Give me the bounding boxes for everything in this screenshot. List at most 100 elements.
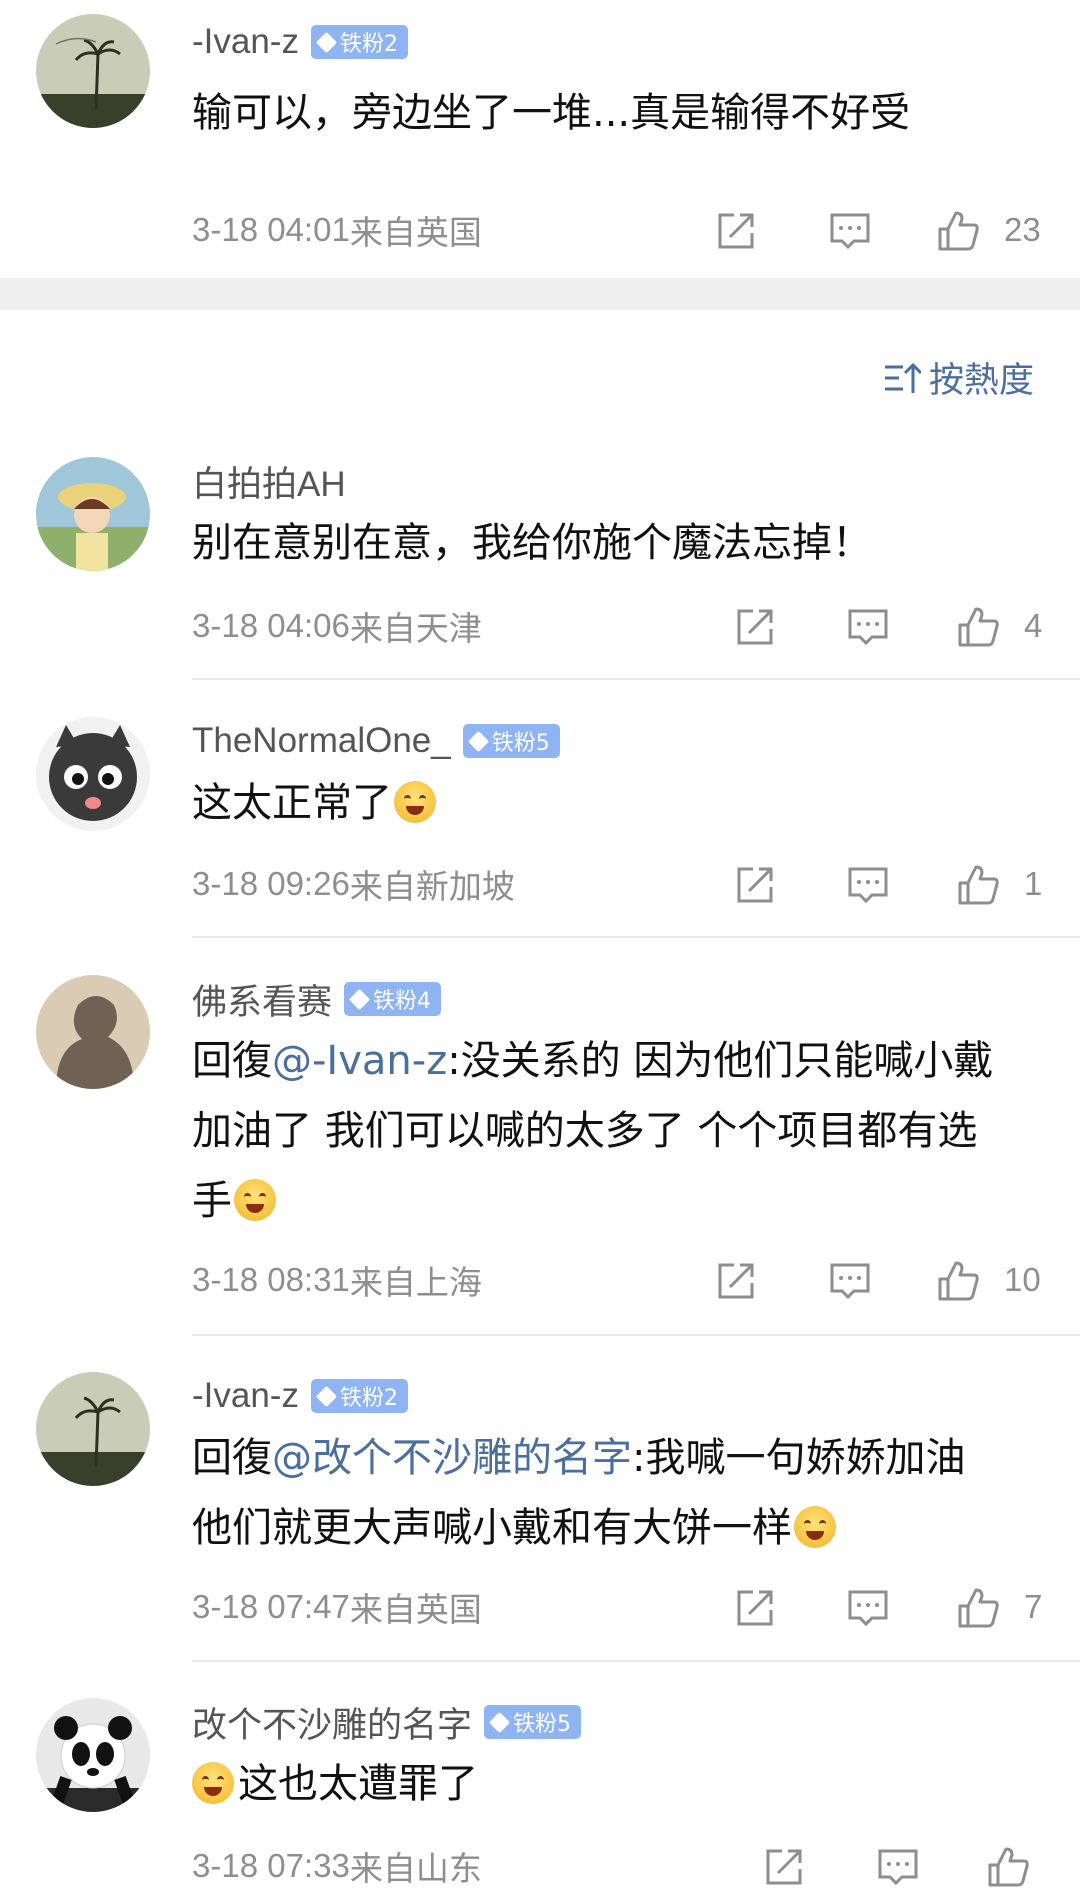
sweat-smile-emoji-icon bbox=[794, 1506, 836, 1548]
like-count: 7 bbox=[1024, 1588, 1043, 1625]
comment-text-body: :我喊一句娇娇加油 bbox=[632, 1435, 966, 1481]
share-icon[interactable] bbox=[733, 1586, 777, 1630]
meta-row: 3-18 04:06 来自天津 4 bbox=[192, 601, 1080, 651]
comment-icon[interactable] bbox=[876, 1845, 920, 1889]
avatar-anime-girl-image bbox=[36, 457, 150, 571]
comment-text-body: 这也太遭罪了 bbox=[238, 1761, 478, 1807]
meta-row: 3-18 04:01 来自英国 23 bbox=[192, 205, 1080, 255]
username[interactable]: -Ivan-z bbox=[192, 22, 299, 62]
comment-icon[interactable] bbox=[828, 1259, 872, 1303]
user-row: -Ivan-z 铁粉2 bbox=[192, 1372, 408, 1420]
user-row: TheNormalOne_ 铁粉5 bbox=[192, 717, 560, 765]
comment-text: 输可以，旁边坐了一堆...真是输得不好受 bbox=[192, 90, 911, 136]
badge-label: 铁粉5 bbox=[491, 731, 550, 756]
user-row: -Ivan-z 铁粉2 bbox=[192, 18, 408, 66]
like-count: 4 bbox=[1024, 607, 1043, 644]
like-count: 1 bbox=[1024, 865, 1043, 902]
comment-location: 来自上海 bbox=[349, 1264, 482, 1301]
comment-location: 来自新加坡 bbox=[349, 868, 515, 905]
share-icon[interactable] bbox=[714, 209, 758, 253]
divider bbox=[192, 1334, 1080, 1336]
fan-badge[interactable]: 铁粉5 bbox=[484, 1705, 582, 1739]
badge-label: 铁粉2 bbox=[339, 32, 398, 57]
like-icon[interactable] bbox=[986, 1845, 1030, 1889]
avatar[interactable] bbox=[36, 717, 150, 831]
like-icon[interactable] bbox=[936, 209, 980, 253]
meta-row: 3-18 07:33 来自山东 bbox=[192, 1841, 1080, 1891]
comment-location: 来自英国 bbox=[349, 1591, 482, 1628]
badge-diamond-icon bbox=[348, 988, 371, 1010]
avatar[interactable] bbox=[36, 1698, 150, 1812]
user-row: 白拍拍AH bbox=[192, 457, 346, 505]
comment-text: 这也太遭罪了 bbox=[192, 1749, 1050, 1819]
sort-icon bbox=[884, 362, 921, 393]
share-icon[interactable] bbox=[733, 863, 777, 907]
like-icon[interactable] bbox=[936, 1259, 980, 1303]
comment-location: 来自英国 bbox=[349, 214, 482, 251]
badge-label: 铁粉2 bbox=[339, 1386, 398, 1411]
avatar-cartoon-wolf-image bbox=[36, 717, 150, 831]
comment-text-line: 手 bbox=[192, 1166, 1050, 1236]
like-icon[interactable] bbox=[956, 863, 1000, 907]
divider bbox=[192, 678, 1080, 680]
reply-prefix: 回復 bbox=[192, 1038, 272, 1084]
laugh-cry-emoji-icon bbox=[394, 781, 436, 823]
like-icon[interactable] bbox=[956, 605, 1000, 649]
avatar[interactable] bbox=[36, 975, 150, 1089]
comment-time: 3-18 04:01 bbox=[192, 211, 350, 248]
username[interactable]: 佛系看赛 bbox=[192, 974, 332, 1025]
share-icon[interactable] bbox=[714, 1259, 758, 1303]
fan-badge[interactable]: 铁粉4 bbox=[344, 982, 442, 1016]
comment-text-line: 加油了 我们可以喊的太多了 个个项目都有选 bbox=[192, 1108, 978, 1154]
laugh-cry-emoji-icon bbox=[234, 1179, 276, 1221]
like-count: 10 bbox=[1004, 1261, 1041, 1298]
fan-badge[interactable]: 铁粉2 bbox=[310, 25, 408, 59]
meta-row: 3-18 07:47 来自英国 7 bbox=[192, 1582, 1080, 1632]
avatar[interactable] bbox=[36, 457, 150, 571]
comment-text: 别在意别在意，我给你施个魔法忘掉！ bbox=[192, 520, 872, 566]
share-icon[interactable] bbox=[733, 605, 777, 649]
comment-text: 回復@-Ivan-z:没关系的 因为他们只能喊小戴 加油了 我们可以喊的太多了 … bbox=[192, 1026, 1050, 1236]
comment-text-line: 他们就更大声喊小戴和有大饼一样 bbox=[192, 1493, 1050, 1563]
mention-link[interactable]: @-Ivan-z bbox=[272, 1038, 447, 1084]
comment-location: 来自天津 bbox=[349, 610, 482, 647]
fan-badge[interactable]: 铁粉5 bbox=[462, 724, 560, 758]
avatar-silhouette-image bbox=[36, 975, 150, 1089]
comment-icon[interactable] bbox=[846, 605, 890, 649]
sort-button[interactable]: 按熱度 bbox=[883, 352, 1034, 403]
comment-page: -Ivan-z 铁粉2 输可以，旁边坐了一堆...真是输得不好受 3-18 04… bbox=[0, 0, 1080, 1900]
avatar-palm-image bbox=[36, 1372, 150, 1486]
comment-icon[interactable] bbox=[828, 209, 872, 253]
comment-time: 3-18 09:26 bbox=[192, 865, 350, 902]
comment-text-body: :没关系的 因为他们只能喊小戴 bbox=[447, 1038, 994, 1084]
section-separator bbox=[0, 278, 1080, 310]
username[interactable]: 白拍拍AH bbox=[192, 456, 346, 507]
username[interactable]: TheNormalOne_ bbox=[192, 721, 451, 761]
sort-label: 按熱度 bbox=[928, 361, 1034, 401]
fan-badge[interactable]: 铁粉2 bbox=[310, 1379, 408, 1413]
avatar-palm-image bbox=[36, 14, 150, 128]
comment-time: 3-18 07:33 bbox=[192, 1847, 350, 1884]
comment-text-line: 回復@改个不沙雕的名字:我喊一句娇娇加油 bbox=[192, 1423, 1050, 1493]
like-icon[interactable] bbox=[956, 1586, 1000, 1630]
username[interactable]: 改个不沙雕的名字 bbox=[192, 1697, 472, 1748]
shocked-emoji-icon bbox=[192, 1762, 234, 1804]
badge-diamond-icon bbox=[467, 730, 489, 752]
avatar-panda-image bbox=[36, 1698, 150, 1812]
comment-text-line: 回復@-Ivan-z:没关系的 因为他们只能喊小戴 bbox=[192, 1026, 1050, 1096]
comment-time: 3-18 04:06 bbox=[192, 607, 350, 644]
divider bbox=[192, 936, 1080, 938]
avatar[interactable] bbox=[36, 1372, 150, 1486]
comment-icon[interactable] bbox=[846, 1586, 890, 1630]
avatar[interactable] bbox=[36, 14, 150, 128]
user-row: 改个不沙雕的名字 铁粉5 bbox=[192, 1697, 582, 1748]
share-icon[interactable] bbox=[762, 1845, 806, 1889]
comment-location: 来自山东 bbox=[349, 1850, 482, 1887]
mention-link[interactable]: @改个不沙雕的名字 bbox=[272, 1435, 632, 1481]
comment-icon[interactable] bbox=[846, 863, 890, 907]
badge-label: 铁粉5 bbox=[513, 1712, 572, 1737]
badge-diamond-icon bbox=[488, 1711, 511, 1733]
comment-text-body: 他们就更大声喊小戴和有大饼一样 bbox=[192, 1505, 792, 1551]
username[interactable]: -Ivan-z bbox=[192, 1376, 299, 1416]
divider bbox=[192, 1660, 1080, 1662]
